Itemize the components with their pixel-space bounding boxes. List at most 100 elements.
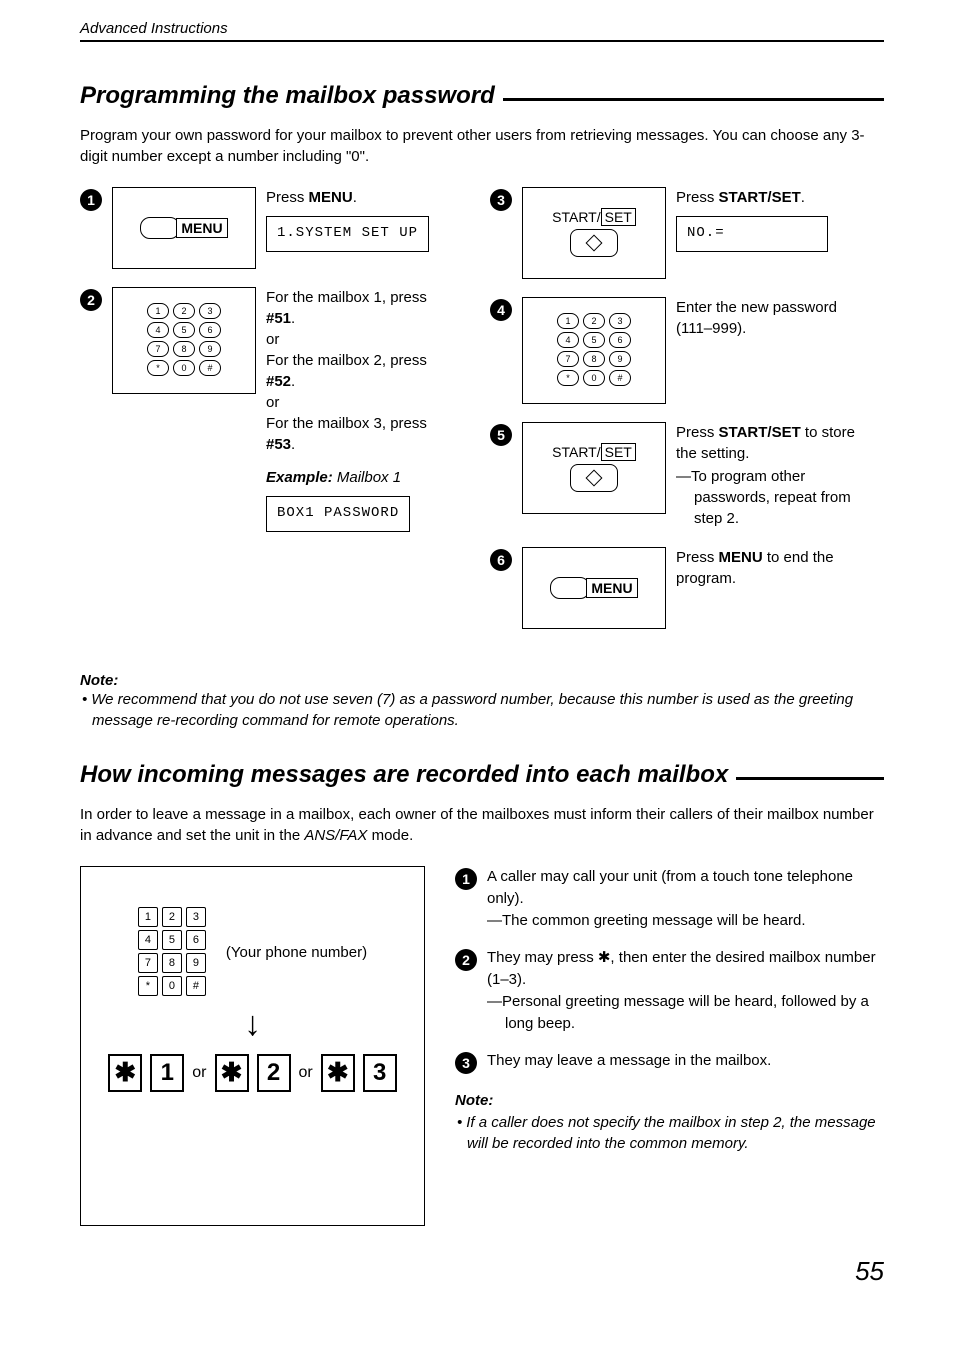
sub-text: —To program other passwords, repeat from… — [676, 466, 870, 529]
startset-button-icon: START/SET — [552, 444, 636, 492]
step-number: 3 — [490, 189, 512, 211]
star-key-icon: ✱ — [108, 1054, 142, 1092]
text: In order to leave a message in a mailbox… — [80, 806, 874, 844]
text: For the mailbox 2, press — [266, 350, 460, 371]
note-body: If a caller does not specify the mailbox… — [455, 1112, 884, 1154]
page-header: Advanced Instructions — [80, 20, 884, 42]
page-number: 55 — [80, 1256, 884, 1287]
star-key-icon: ✱ — [215, 1054, 249, 1092]
text: They may press ✱, then enter the desired… — [487, 947, 884, 991]
sub-text: —Personal greeting message will be heard… — [487, 991, 884, 1035]
step-number: 1 — [455, 868, 477, 890]
step3: 3 START/SET Press START/SET. NO.= — [490, 187, 870, 279]
step-number: 2 — [80, 289, 102, 311]
step5-instruction: Press START/SET to store the setting. —T… — [676, 422, 870, 529]
example-text: Mailbox 1 — [337, 469, 401, 486]
step2-illustration: 123 456 789 *0# — [112, 287, 256, 394]
step1-illustration: MENU — [112, 187, 256, 269]
title-rule — [736, 777, 884, 780]
text-bold: #51 — [266, 310, 291, 327]
phone-number-label: (Your phone number) — [226, 943, 367, 963]
section1-note-heading: Note: — [80, 672, 884, 689]
section1-intro: Program your own password for your mailb… — [80, 125, 884, 167]
text: A caller may call your unit (from a touc… — [487, 866, 884, 910]
section2-title: How incoming messages are recorded into … — [80, 761, 884, 789]
lcd-display: 1.SYSTEM SET UP — [266, 216, 429, 252]
section2-figure: 123 456 789 *0# (Your phone number) ↓ ✱ … — [80, 866, 425, 1226]
menu-button-icon: MENU — [140, 217, 227, 239]
keypad-icon: 123 456 789 *0# — [138, 907, 206, 999]
text: For the mailbox 1, press — [266, 287, 460, 308]
text-ital: ANS/FAX — [304, 827, 367, 844]
digit-key-icon: 2 — [257, 1054, 291, 1092]
example-label: Example: — [266, 469, 333, 486]
digit-key-icon: 1 — [150, 1054, 184, 1092]
keypad-icon: 123 456 789 *0# — [147, 303, 221, 379]
arrow-down-icon: ↓ — [244, 1005, 261, 1044]
text: or — [266, 392, 460, 413]
section2-intro: In order to leave a message in a mailbox… — [80, 804, 884, 846]
title-rule — [503, 98, 884, 101]
text-bold: #52 — [266, 373, 291, 390]
step-number: 3 — [455, 1052, 477, 1074]
text: Press — [676, 189, 719, 206]
step-number: 6 — [490, 549, 512, 571]
step6-instruction: Press MENU to end the program. — [676, 547, 870, 629]
sec2-step3: 3 They may leave a message in the mailbo… — [455, 1050, 884, 1074]
section1-title-text: Programming the mailbox password — [80, 82, 495, 110]
digit-key-icon: 3 — [363, 1054, 397, 1092]
step5: 5 START/SET Press START/SET to store the… — [490, 422, 870, 529]
text-bold: MENU — [309, 189, 353, 206]
text: Press — [676, 549, 719, 566]
sec2-step2: 2 They may press ✱, then enter the desir… — [455, 947, 884, 1034]
step-number: 5 — [490, 424, 512, 446]
text: Press — [676, 424, 719, 441]
lcd-display: NO.= — [676, 216, 828, 252]
btn-text: START/ — [552, 209, 601, 225]
sec2-step1: 1 A caller may call your unit (from a to… — [455, 866, 884, 931]
text-bold: #53 — [266, 436, 291, 453]
btn-text: START/ — [552, 444, 601, 460]
step2-instruction: For the mailbox 1, press #51. or For the… — [266, 287, 460, 532]
section1-title: Programming the mailbox password — [80, 82, 884, 110]
step4-illustration: 123 456 789 *0# — [522, 297, 666, 404]
text: . — [801, 189, 805, 206]
text-bold: START/SET — [719, 424, 801, 441]
step4-instruction: Enter the new password (111–999). — [676, 297, 870, 404]
btn-boxed: SET — [601, 443, 636, 461]
text: . — [353, 189, 357, 206]
step-number: 4 — [490, 299, 512, 321]
btn-boxed: SET — [601, 208, 636, 226]
startset-button-icon: START/SET — [552, 209, 636, 257]
or-text: or — [299, 1064, 313, 1082]
step6-illustration: MENU — [522, 547, 666, 629]
key-press-row: ✱ 1 or ✱ 2 or ✱ 3 — [108, 1054, 396, 1092]
star-key-icon: ✱ — [321, 1054, 355, 1092]
sub-text: —The common greeting message will be hea… — [487, 910, 884, 932]
section2-note: Note: If a caller does not specify the m… — [455, 1090, 884, 1154]
step1-instruction: Press MENU. 1.SYSTEM SET UP — [266, 187, 460, 269]
step-number: 1 — [80, 189, 102, 211]
step5-illustration: START/SET — [522, 422, 666, 514]
note-heading: Note: — [455, 1090, 884, 1112]
step2: 2 123 456 789 *0# For the mailbox 1, pre… — [80, 287, 460, 532]
step4: 4 123 456 789 *0# Enter the new password… — [490, 297, 870, 404]
text: or — [266, 329, 460, 350]
keypad-icon: 123 456 789 *0# — [557, 313, 631, 389]
text: For the mailbox 3, press — [266, 413, 460, 434]
text-bold: START/SET — [719, 189, 801, 206]
text: They may leave a message in the mailbox. — [487, 1050, 771, 1072]
step-number: 2 — [455, 949, 477, 971]
text: mode. — [367, 827, 413, 844]
text-bold: MENU — [719, 549, 763, 566]
section2-title-text: How incoming messages are recorded into … — [80, 761, 728, 789]
menu-button-label: MENU — [586, 578, 637, 598]
step3-instruction: Press START/SET. NO.= — [676, 187, 870, 279]
step3-illustration: START/SET — [522, 187, 666, 279]
section1-note-body: We recommend that you do not use seven (… — [80, 689, 884, 731]
menu-button-label: MENU — [176, 218, 227, 238]
lcd-display: BOX1 PASSWORD — [266, 496, 410, 532]
step1: 1 MENU Press MENU. 1.SYSTEM SET UP — [80, 187, 460, 269]
menu-button-icon: MENU — [550, 577, 637, 599]
or-text: or — [192, 1064, 206, 1082]
